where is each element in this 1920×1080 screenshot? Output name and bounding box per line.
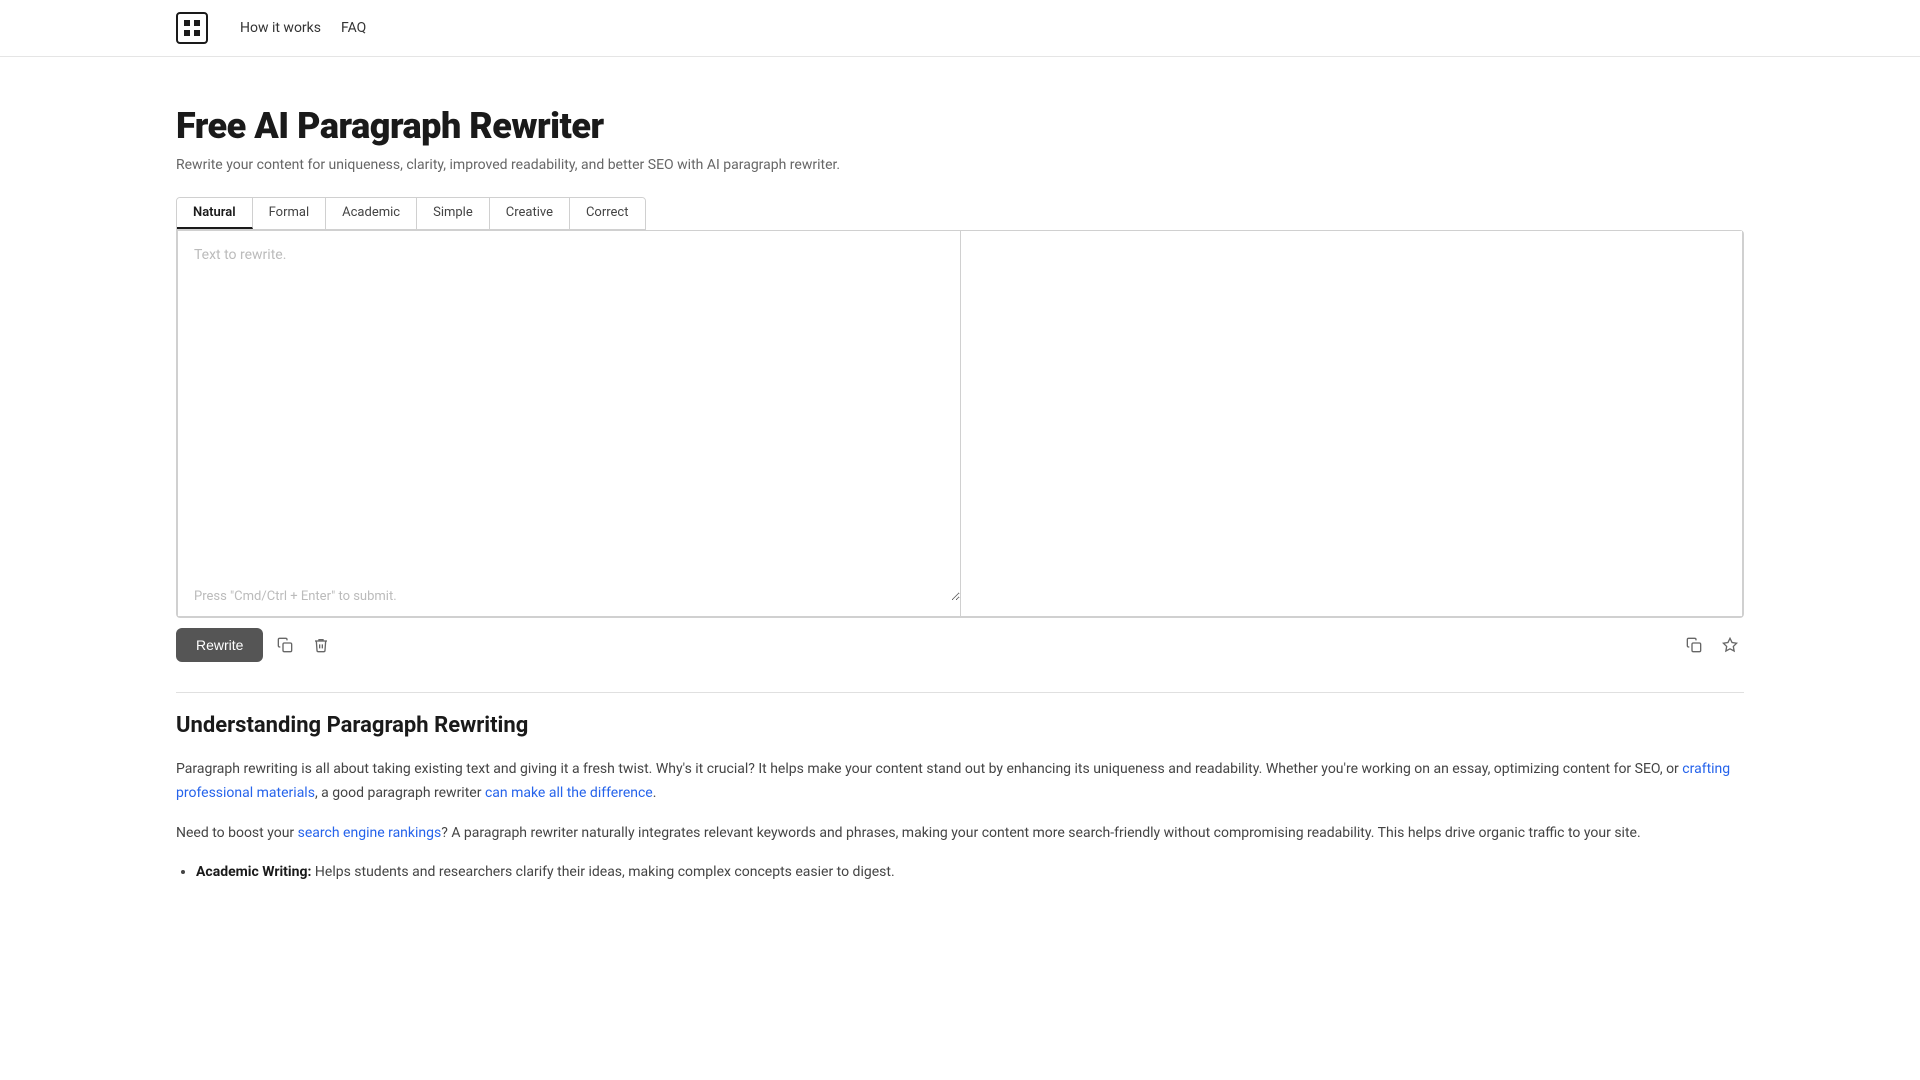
copy-output-button[interactable] (1680, 631, 1708, 659)
tab-formal[interactable]: Formal (253, 198, 327, 229)
toolbar-right (1680, 631, 1744, 659)
editor-section: Press "Cmd/Ctrl + Enter" to submit. (177, 231, 1743, 617)
tab-academic[interactable]: Academic (326, 198, 417, 229)
nav-faq[interactable]: FAQ (341, 20, 366, 36)
tab-natural[interactable]: Natural (177, 198, 253, 229)
tab-correct[interactable]: Correct (570, 198, 645, 229)
info-section: Understanding Paragraph Rewriting Paragr… (176, 713, 1744, 885)
logo-icon (176, 12, 208, 44)
enhance-button[interactable] (1716, 631, 1744, 659)
navbar: How it works FAQ (0, 0, 1920, 57)
main-content: Free AI Paragraph Rewriter Rewrite your … (0, 57, 1920, 941)
section-divider (176, 692, 1744, 693)
nav-links: How it works FAQ (240, 20, 366, 36)
rewrite-button[interactable]: Rewrite (176, 628, 263, 662)
page-subtitle: Rewrite your content for uniqueness, cla… (176, 157, 1744, 173)
link-search-engine[interactable]: search engine rankings (298, 825, 442, 841)
list-item-bold: Academic Writing: (196, 864, 311, 880)
tabs-row: Natural Formal Academic Simple Creative … (176, 197, 646, 230)
link-difference[interactable]: can make all the difference (485, 785, 653, 801)
info-paragraph-1: Paragraph rewriting is all about taking … (176, 758, 1744, 806)
toolbar-row: Rewrite (176, 618, 1744, 672)
nav-how-it-works[interactable]: How it works (240, 20, 321, 36)
info-title: Understanding Paragraph Rewriting (176, 713, 1744, 738)
output-pane (961, 231, 1743, 616)
list-item: Academic Writing: Helps students and res… (196, 861, 1744, 885)
input-pane: Press "Cmd/Ctrl + Enter" to submit. (178, 231, 961, 616)
info-paragraph-2: Need to boost your search engine ranking… (176, 822, 1744, 846)
tab-creative[interactable]: Creative (490, 198, 570, 229)
toolbar-left: Rewrite (176, 628, 335, 662)
tab-simple[interactable]: Simple (417, 198, 490, 229)
input-textarea[interactable] (178, 231, 960, 601)
delete-button[interactable] (307, 631, 335, 659)
info-list: Academic Writing: Helps students and res… (176, 861, 1744, 885)
list-item-text: Helps students and researchers clarify t… (315, 864, 895, 880)
editor-wrapper: Press "Cmd/Ctrl + Enter" to submit. (176, 230, 1744, 618)
link-crafting[interactable]: crafting professional materials (176, 761, 1730, 801)
page-title: Free AI Paragraph Rewriter (176, 105, 1744, 147)
copy-button[interactable] (271, 631, 299, 659)
